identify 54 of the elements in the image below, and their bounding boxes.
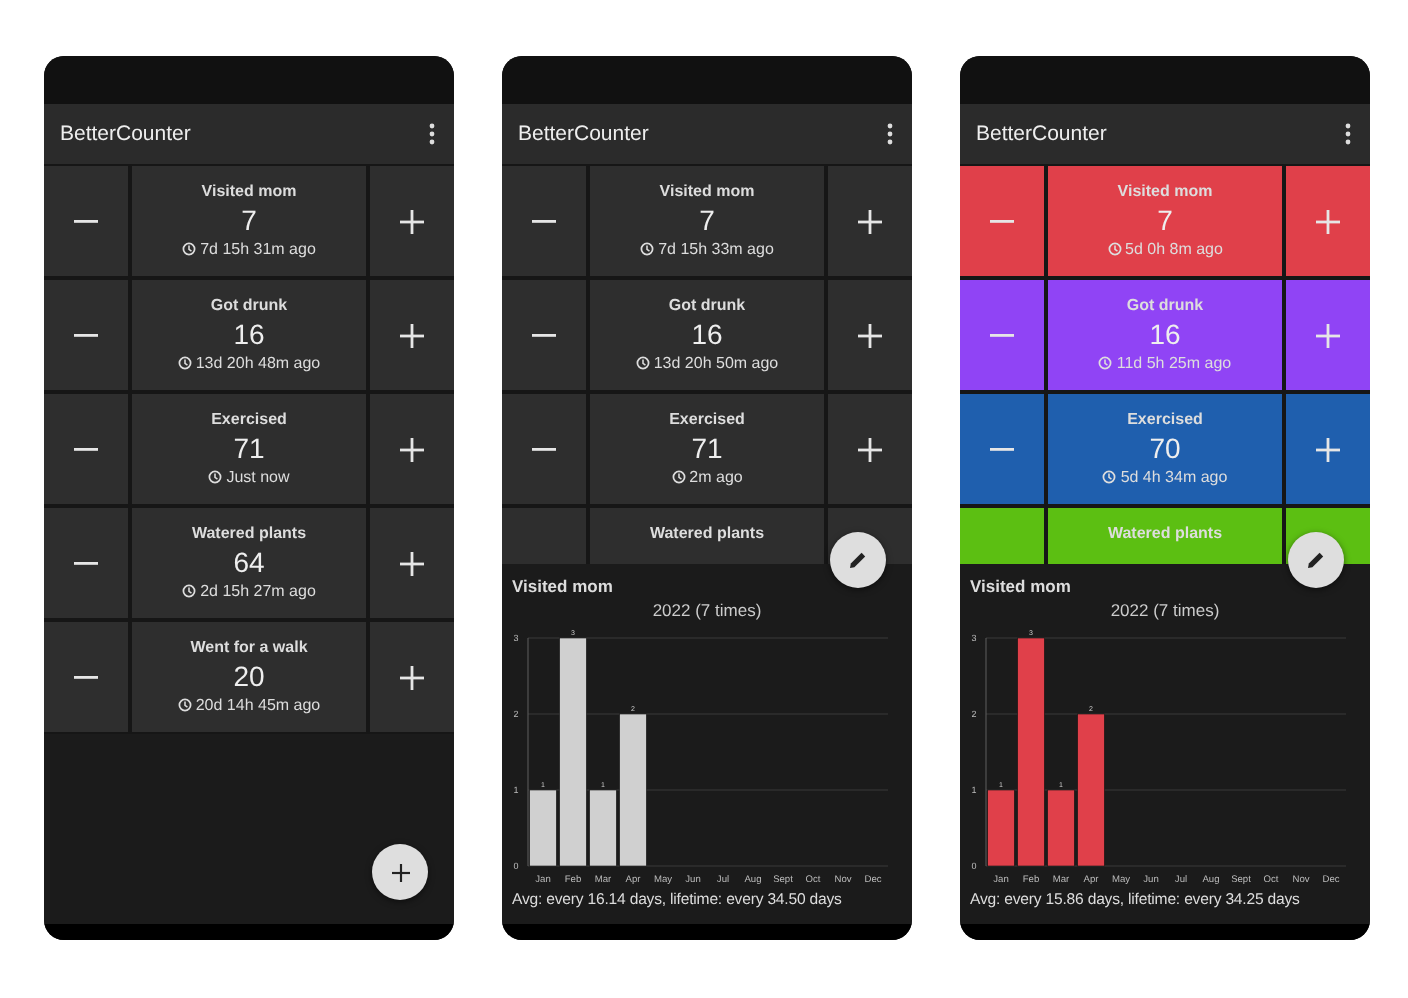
app-title: BetterCounter xyxy=(518,122,649,146)
counter-card[interactable]: Went for a walk 20 20d 14h 45m ago xyxy=(132,622,366,732)
counter-card[interactable]: Visited mom 7 7d 15h 33m ago xyxy=(590,166,824,276)
counter-name: Watered plants xyxy=(191,524,307,542)
counter-card[interactable]: Got drunk 16 11d 5h 25m ago xyxy=(1048,280,1282,390)
chart-title: 2022 (7 times) xyxy=(1108,600,1222,620)
last-updated-text: 7d 15h 33m ago xyxy=(658,240,774,258)
counter-name: Got drunk xyxy=(668,296,746,314)
counter-name: Exercised xyxy=(669,410,745,428)
counter-card[interactable]: Exercised 71 Just now xyxy=(132,394,366,504)
last-updated-text: 2d 15h 27m ago xyxy=(200,582,316,600)
counter-card[interactable]: Watered plants 64 2d 15h 27m ago xyxy=(132,508,366,618)
counter-card[interactable]: Got drunk 16 13d 20h 48m ago xyxy=(132,280,366,390)
last-updated-text: 5d 0h 8m ago xyxy=(1125,240,1223,258)
last-updated-text: 20d 14h 45m ago xyxy=(195,696,321,714)
last-updated-text: 11d 5h 25m ago xyxy=(1116,354,1232,372)
counter-value: 7 xyxy=(1157,202,1173,238)
counter-name: Watered plants xyxy=(1107,524,1223,542)
chart-title: 2022 (7 times) xyxy=(650,600,764,620)
stats-heading: Visited mom xyxy=(512,576,615,596)
counter-value: 16 xyxy=(691,316,723,352)
last-updated-text: 2m ago xyxy=(689,468,743,486)
counter-name: Exercised xyxy=(211,410,287,428)
counter-value: 7 xyxy=(699,202,715,238)
counter-value: 70 xyxy=(1149,430,1181,466)
counter-name: Visited mom xyxy=(1117,182,1213,200)
counter-card[interactable]: Exercised 71 2m ago xyxy=(590,394,824,504)
counter-name: Watered plants xyxy=(649,524,765,542)
counter-value: 20 xyxy=(233,658,265,694)
counter-name: Visited mom xyxy=(201,182,297,200)
last-updated-text: 7d 15h 31m ago xyxy=(200,240,316,258)
counter-value: 71 xyxy=(691,430,723,466)
last-updated-text: 5d 4h 34m ago xyxy=(1120,468,1228,486)
counter-name: Went for a walk xyxy=(190,638,308,656)
counter-value: 71 xyxy=(233,430,265,466)
counter-value: 16 xyxy=(1149,316,1181,352)
counter-card[interactable]: Visited mom 7 7d 15h 31m ago xyxy=(132,166,366,276)
counter-name: Got drunk xyxy=(210,296,288,314)
counter-card[interactable]: Exercised 70 5d 4h 34m ago xyxy=(1048,394,1282,504)
counter-name: Got drunk xyxy=(1126,296,1204,314)
last-updated-text: Just now xyxy=(226,468,290,486)
counter-value: 64 xyxy=(233,544,265,580)
counter-card[interactable]: Got drunk 16 13d 20h 50m ago xyxy=(590,280,824,390)
counter-card[interactable]: Watered plants xyxy=(590,508,824,564)
counter-name: Visited mom xyxy=(659,182,755,200)
counter-name: Exercised xyxy=(1127,410,1203,428)
last-updated-text: 13d 20h 50m ago xyxy=(653,354,779,372)
counter-value: 16 xyxy=(233,316,265,352)
counter-value: 7 xyxy=(241,202,257,238)
counter-card[interactable]: Visited mom 7 5d 0h 8m ago xyxy=(1048,166,1282,276)
stats-heading: Visited mom xyxy=(970,576,1073,596)
app-title: BetterCounter xyxy=(976,122,1107,146)
last-updated-text: 13d 20h 48m ago xyxy=(195,354,321,372)
app-title: BetterCounter xyxy=(60,122,191,146)
